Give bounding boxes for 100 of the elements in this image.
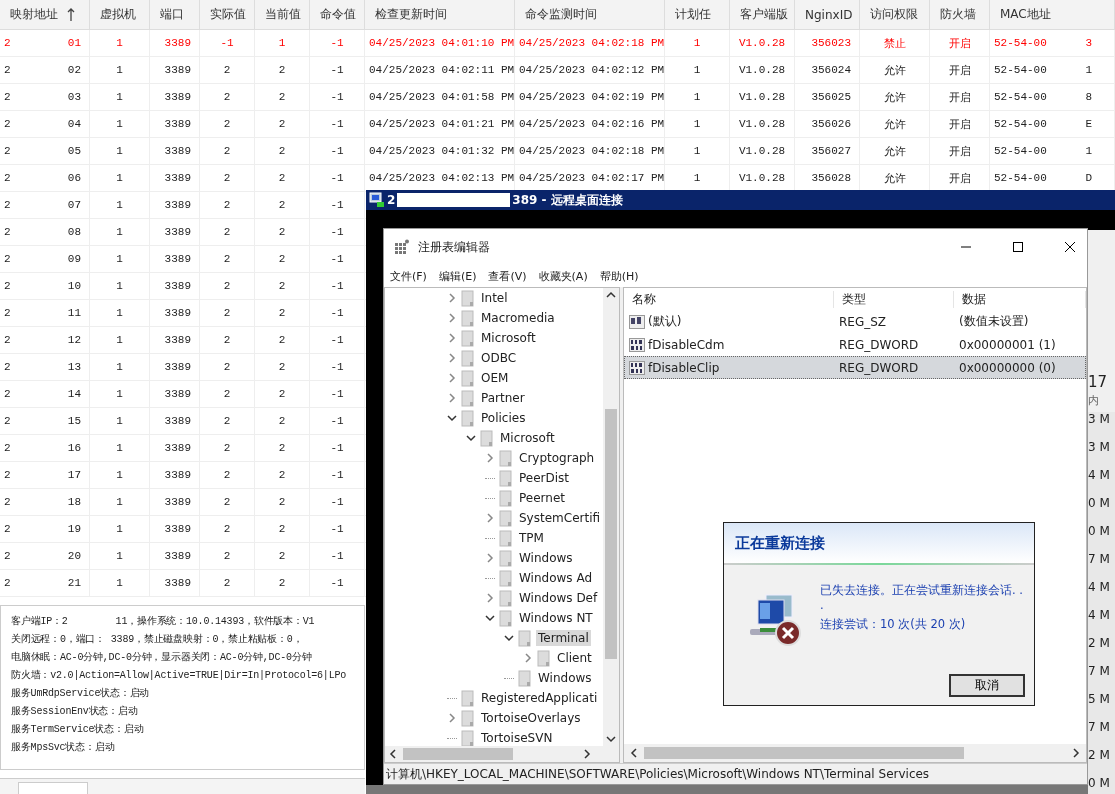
tree-item[interactable]: TPM: [517, 530, 546, 546]
maximize-icon[interactable]: [1011, 240, 1025, 254]
chevron-right-icon[interactable]: [523, 653, 533, 663]
memory-value: 3 M: [1088, 412, 1115, 440]
table-cell: 2: [200, 192, 255, 219]
table-cell-text: 20: [67, 550, 81, 562]
chevron-right-icon[interactable]: [485, 453, 495, 463]
chevron-right-icon[interactable]: [485, 513, 495, 523]
tree-item[interactable]: Intel: [479, 290, 510, 306]
tree-item[interactable]: Windows Ad: [517, 570, 594, 586]
column-header[interactable]: 防火墙: [930, 0, 990, 29]
column-header[interactable]: 计划任: [665, 0, 730, 29]
column-header[interactable]: 实际值: [200, 0, 255, 29]
scroll-left-icon[interactable]: [389, 749, 397, 759]
info-text: 电脑休眠：AC-0分钟,DC-0分钟，显示器关闭：AC-0分钟,DC-0分钟: [11, 650, 312, 664]
column-header[interactable]: 端口: [150, 0, 200, 29]
value-row[interactable]: fDisableCdm REG_DWORD 0x00000001 (1): [624, 333, 1086, 356]
menu-item[interactable]: 查看(V): [488, 268, 527, 284]
tree-item[interactable]: PeerDist: [517, 470, 572, 486]
table-cell: -1: [310, 354, 365, 381]
column-header[interactable]: NginxID: [795, 0, 860, 29]
tree-item[interactable]: Microsoft: [498, 430, 557, 446]
table-cell: 开启: [930, 84, 990, 111]
scrollbar-thumb[interactable]: [605, 409, 617, 659]
tree-item[interactable]: ODBC: [479, 350, 519, 366]
scroll-right-icon[interactable]: [583, 749, 591, 759]
scrollbar-thumb[interactable]: [403, 748, 513, 760]
column-header[interactable]: 检查更新时间: [365, 0, 515, 29]
tree-item[interactable]: Microsoft: [479, 330, 538, 346]
table-cell-text: D: [1085, 172, 1092, 184]
scroll-down-icon[interactable]: [606, 735, 616, 743]
column-header[interactable]: 访问权限: [860, 0, 930, 29]
table-cell-text: 2: [4, 469, 11, 481]
menu-item[interactable]: 文件(F): [390, 268, 427, 284]
column-header[interactable]: 命令监测时间: [515, 0, 665, 29]
value-row[interactable]: (默认) REG_SZ (数值未设置): [624, 310, 1086, 333]
chevron-right-icon[interactable]: [447, 333, 457, 343]
scroll-left-icon[interactable]: [630, 748, 638, 758]
tree-item[interactable]: Peernet: [517, 490, 567, 506]
column-header[interactable]: 客户端版: [730, 0, 795, 29]
tree-item[interactable]: Macromedia: [479, 310, 557, 326]
chevron-right-icon[interactable]: [485, 553, 495, 563]
chevron-right-icon[interactable]: [447, 293, 457, 303]
column-header[interactable]: 命令值: [310, 0, 365, 29]
table-cell: 1: [90, 462, 150, 489]
folder-icon: [461, 409, 475, 427]
tree-item[interactable]: Terminal: [536, 630, 591, 646]
menu-item[interactable]: 帮助(H): [599, 268, 639, 284]
column-header[interactable]: MAC地址: [990, 0, 1115, 29]
scroll-right-icon[interactable]: [1072, 748, 1080, 758]
table-cell: 04/25/2023 04:01:32 PM: [365, 138, 515, 165]
chevron-right-icon[interactable]: [447, 713, 457, 723]
table-cell: 2: [200, 435, 255, 462]
chevron-right-icon[interactable]: [447, 373, 457, 383]
column-header[interactable]: 映射地址: [0, 0, 90, 29]
tree-item[interactable]: Windows Def: [517, 590, 600, 606]
table-cell: 04/25/2023 04:02:16 PM: [515, 111, 665, 138]
tree-item[interactable]: SystemCertifi: [517, 510, 603, 526]
tree-item[interactable]: RegisteredApplicati: [479, 690, 600, 706]
column-header[interactable]: 当前值: [255, 0, 310, 29]
tree-item[interactable]: Windows NT: [517, 610, 595, 626]
tree-item[interactable]: Partner: [479, 390, 527, 406]
tree-item[interactable]: Client: [555, 650, 594, 666]
value-type: REG_SZ: [838, 314, 888, 329]
close-icon[interactable]: [1063, 240, 1077, 254]
tree-item[interactable]: TortoiseOverlays: [479, 710, 583, 726]
memory-value: 0 M: [1088, 524, 1115, 552]
table-cell: 2: [255, 57, 310, 84]
table-cell-text: 52-54-00: [994, 91, 1047, 103]
tree-item[interactable]: Policies: [479, 410, 528, 426]
column-header[interactable]: 数据: [954, 290, 1086, 308]
column-header[interactable]: 虚拟机: [90, 0, 150, 29]
table-cell: 允许: [860, 111, 930, 138]
folder-icon: [461, 689, 475, 707]
chevron-right-icon[interactable]: [447, 313, 457, 323]
column-header[interactable]: 名称: [624, 290, 834, 308]
scrollbar[interactable]: [385, 746, 619, 762]
value-data: 0x00000000 (0): [958, 360, 1057, 375]
scrollbar[interactable]: [624, 744, 1086, 762]
tree-item[interactable]: Cryptograph: [517, 450, 597, 466]
value-row[interactable]: fDisableClip REG_DWORD 0x00000000 (0): [624, 356, 1086, 379]
table-cell-text: 2: [4, 496, 11, 508]
chevron-right-icon[interactable]: [447, 393, 457, 403]
chevron-right-icon[interactable]: [447, 353, 457, 363]
table-cell: 2: [255, 219, 310, 246]
chevron-right-icon[interactable]: [485, 593, 495, 603]
scroll-up-icon[interactable]: [606, 291, 616, 299]
scrollbar[interactable]: [603, 288, 619, 746]
tree-item[interactable]: TortoiseSVN: [479, 730, 555, 746]
tree-item[interactable]: OEM: [479, 370, 511, 386]
cancel-button[interactable]: 取消: [949, 674, 1025, 697]
tree-item[interactable]: Windows: [536, 670, 594, 686]
table-cell-text: 02: [67, 64, 81, 76]
column-header[interactable]: 类型: [834, 290, 954, 308]
tree-item[interactable]: Windows: [517, 550, 575, 566]
menu-item[interactable]: 编辑(E): [438, 268, 477, 284]
value-type: REG_DWORD: [838, 360, 920, 375]
menu-item[interactable]: 收藏夹(A): [538, 268, 588, 284]
table-cell: 1: [90, 273, 150, 300]
scrollbar-thumb[interactable]: [644, 747, 964, 759]
